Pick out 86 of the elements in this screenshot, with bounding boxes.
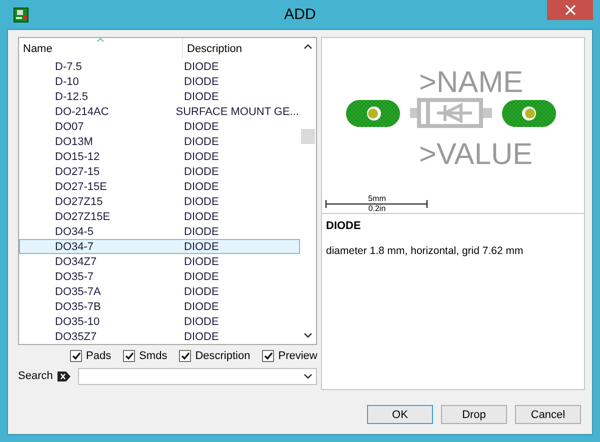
description-cell: DIODE [184,180,219,192]
list-row[interactable]: DO15-12 DIODE [19,149,300,164]
close-button[interactable] [547,0,593,20]
description-cell: DIODE [184,196,219,208]
description-text: diameter 1.8 mm, horizontal, grid 7.62 mm [326,245,524,257]
app-icon [13,6,29,22]
checkbox[interactable] [262,350,274,362]
description-cell: SURFACE MOUNT GE... [176,106,299,118]
name-cell-text: DO35-10 [54,316,101,328]
list-row[interactable]: DO35Z7 DIODE [19,329,300,344]
checkbox-label: Smds [139,350,168,362]
name-cell-text: DO07 [54,120,85,132]
description-cell: DIODE [184,150,219,162]
list-row[interactable]: DO35-7 DIODE [19,269,300,284]
description-cell: DIODE [184,256,219,268]
value-label: >VALUE [419,138,533,171]
list-row[interactable]: DO27-15 DIODE [19,164,300,179]
list-row[interactable]: D-12.5 DIODE [19,89,300,104]
name-cell-text: DO-214AC [54,106,110,118]
list-row[interactable]: DO34-5 DIODE [19,224,300,239]
name-cell-text: DO27Z15 [54,196,104,208]
list-row[interactable]: DO-214AC SURFACE MOUNT GE... [19,104,300,119]
description-cell: DIODE [184,330,219,342]
checkbox[interactable] [123,350,136,362]
description-cell: DIODE [184,286,219,298]
list-row[interactable]: DO34Z7 DIODE [19,254,300,269]
name-cell-text: DO34-5 [54,226,95,238]
column-header[interactable]: Name [19,38,183,59]
list-row[interactable]: DO35-7B DIODE [19,299,300,314]
description-cell: DIODE [184,76,219,88]
description-cell: DIODE [184,300,219,312]
name-cell-text: DO15-12 [54,150,101,162]
window-title: ADD [284,6,316,23]
dropdown-icon[interactable] [304,374,312,378]
list-row[interactable]: DO27-15E DIODE [19,179,300,194]
tag-arrow-icon[interactable] [56,370,71,382]
description-title: DIODE [326,220,362,232]
name-cell-text: DO34Z7 [54,256,98,268]
checkbox[interactable] [70,350,82,362]
description-cell: DIODE [184,210,219,222]
name-cell-text: DO34-7 [54,240,95,252]
description-cell: DIODE [184,120,219,132]
name-label: >NAME [419,66,524,99]
name-cell-text: DO13M [54,136,94,148]
description-cell: DIODE [184,60,219,72]
dialog-button[interactable]: Drop [441,405,507,424]
name-cell-text: DO35-7B [54,300,102,312]
list-row[interactable]: DO27Z15 DIODE [19,194,300,209]
close-icon [564,5,576,15]
list-row[interactable]: DO07 DIODE [19,119,300,134]
description-cell: DIODE [184,316,219,328]
name-cell-text: D-7.5 [54,60,83,72]
name-cell-text: DO35-7 [54,270,95,282]
list-row[interactable]: DO27Z15E DIODE [19,209,300,224]
list-row[interactable]: DO34-7 DIODE [19,239,300,254]
list-row[interactable]: DO35-7A DIODE [19,284,300,299]
list-row[interactable]: D-7.5 DIODE [19,59,300,74]
scroll-thumb[interactable] [301,129,315,144]
description-cell: DIODE [184,240,219,252]
name-cell-text: D-12.5 [54,90,90,102]
checkbox-label: Pads [86,350,112,362]
checkbox-label: Preview [278,350,318,362]
dialog-button[interactable]: Cancel [515,405,581,424]
sort-icon [97,38,104,42]
search-label: Search [18,370,53,382]
description-cell: DIODE [184,136,219,148]
column-header[interactable]: Description [183,38,242,59]
description-cell: DIODE [184,226,219,238]
description-cell: DIODE [184,166,219,178]
name-cell-text: DO27Z15E [54,210,112,222]
description-cell: DIODE [184,270,219,282]
name-cell-text: DO27-15 [54,166,101,178]
checkbox-label: Description [195,350,250,362]
list-row[interactable]: D-10 DIODE [19,74,300,89]
description-cell: DIODE [184,90,219,102]
list-row[interactable]: DO35-10 DIODE [19,314,300,329]
name-cell-text: DO27-15E [54,180,108,192]
name-cell-text: DO35Z7 [54,330,98,342]
scale-label: 5mm [368,194,386,203]
name-cell-text: DO35-7A [54,286,102,298]
scale-label: 0.2in [368,204,386,212]
search-field[interactable] [78,368,317,384]
list-row[interactable]: DO13M DIODE [19,134,300,149]
dialog-button[interactable]: OK [367,405,433,424]
checkbox[interactable] [179,350,192,362]
name-cell-text: D-10 [54,76,80,88]
